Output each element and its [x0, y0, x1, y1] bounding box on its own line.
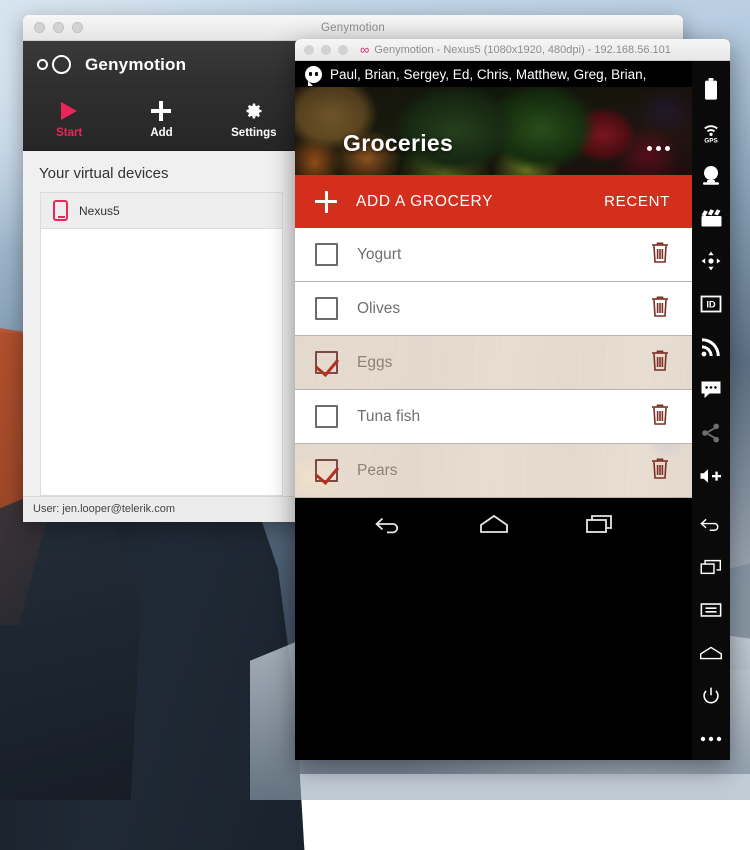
phone-icon — [53, 200, 68, 221]
svg-text:GPS: GPS — [704, 137, 718, 143]
back-icon[interactable] — [692, 502, 730, 545]
genymotion-device-toolbar[interactable]: GPS — [692, 61, 730, 760]
genymotion-titlebar[interactable]: Genymotion — [23, 15, 683, 41]
video-icon[interactable] — [692, 196, 730, 239]
sms-icon[interactable] — [692, 368, 730, 411]
android-navigation-bar[interactable] — [295, 498, 692, 550]
device-row-nexus5[interactable]: Nexus5 — [40, 192, 283, 229]
device-list-empty-area — [40, 229, 283, 496]
trash-icon[interactable] — [650, 403, 670, 431]
more-icon[interactable] — [692, 717, 730, 760]
checkbox-icon[interactable] — [315, 243, 338, 266]
android-status-bar: Paul, Brian, Sergey, Ed, Chris, Matthew,… — [295, 61, 692, 87]
app-header-photo: Groceries — [295, 87, 692, 175]
home-icon[interactable] — [692, 631, 730, 674]
grocery-row[interactable]: Yogurt — [295, 228, 692, 282]
volume-up-icon[interactable] — [692, 454, 730, 497]
device-name-label: Nexus5 — [79, 204, 120, 218]
plus-icon — [315, 191, 337, 213]
grocery-item-label: Eggs — [357, 354, 392, 372]
emulator-close-button[interactable] — [304, 45, 314, 55]
play-icon — [61, 100, 77, 122]
grocery-row[interactable]: Tuna fish — [295, 390, 692, 444]
grocery-item-label: Olives — [357, 300, 400, 318]
genymotion-logo — [37, 55, 71, 74]
battery-icon[interactable] — [692, 67, 730, 110]
genymotion-toolbar[interactable]: Start Add Settings — [23, 88, 300, 151]
window-title: Genymotion — [23, 22, 683, 34]
trash-icon[interactable] — [650, 241, 670, 269]
grocery-item-label: Tuna fish — [357, 408, 420, 426]
checkbox-icon[interactable] — [315, 351, 338, 374]
emulator-titlebar[interactable]: ∞ Genymotion - Nexus5 (1080x1920, 480dpi… — [295, 39, 730, 61]
identifiers-icon[interactable]: ID — [692, 282, 730, 325]
emulator-minimize-button[interactable] — [321, 45, 331, 55]
settings-button[interactable]: Settings — [208, 88, 300, 150]
camera-icon[interactable] — [692, 153, 730, 196]
checkbox-icon[interactable] — [315, 405, 338, 428]
gps-icon[interactable]: GPS — [692, 110, 730, 153]
add-button-label: Add — [150, 127, 172, 139]
grocery-row[interactable]: Olives — [295, 282, 692, 336]
trash-icon[interactable] — [650, 295, 670, 323]
logo-small-ring-icon — [37, 59, 48, 70]
overflow-dots-icon[interactable] — [647, 146, 670, 151]
grocery-row[interactable]: Pears — [295, 444, 692, 498]
checkbox-icon[interactable] — [315, 297, 338, 320]
grocery-item-label: Pears — [357, 462, 398, 480]
plus-icon — [151, 100, 171, 122]
grocery-row[interactable]: Eggs — [295, 336, 692, 390]
trash-icon[interactable] — [650, 457, 670, 485]
start-button[interactable]: Start — [23, 88, 115, 150]
menu-icon[interactable] — [692, 588, 730, 631]
add-grocery-label: ADD A GROCERY — [356, 193, 493, 211]
gear-icon — [244, 100, 264, 122]
logo-large-ring-icon — [52, 55, 71, 74]
home-icon[interactable] — [478, 513, 510, 535]
power-icon[interactable] — [692, 674, 730, 717]
brand-label: Genymotion — [85, 55, 186, 75]
recents-icon[interactable] — [692, 545, 730, 588]
share-icon[interactable] — [692, 411, 730, 454]
add-grocery-bar[interactable]: ADD A GROCERY RECENT — [295, 175, 692, 228]
user-status-bar: User: jen.looper@telerik.com — [23, 496, 300, 522]
emulator-window[interactable]: ∞ Genymotion - Nexus5 (1080x1920, 480dpi… — [295, 39, 730, 760]
emulator-window-title: Genymotion - Nexus5 (1080x1920, 480dpi) … — [374, 44, 671, 56]
trash-icon[interactable] — [650, 349, 670, 377]
grocery-list-container[interactable]: Yogurt Olives — [295, 228, 692, 498]
devices-heading: Your virtual devices — [23, 151, 300, 192]
virtual-device-list[interactable]: Nexus5 — [40, 192, 283, 229]
dpad-icon[interactable] — [692, 239, 730, 282]
svg-text:ID: ID — [706, 298, 716, 309]
status-bar-notification-text: Paul, Brian, Sergey, Ed, Chris, Matthew,… — [330, 67, 646, 82]
infinity-icon: ∞ — [360, 43, 369, 56]
genymotion-brand-header: Genymotion — [23, 41, 300, 88]
recent-tab-label[interactable]: RECENT — [604, 193, 670, 210]
checkbox-icon[interactable] — [315, 459, 338, 482]
android-screen[interactable]: Paul, Brian, Sergey, Ed, Chris, Matthew,… — [295, 61, 692, 760]
app-title: Groceries — [343, 130, 453, 157]
grocery-item-label: Yogurt — [357, 246, 401, 264]
emulator-zoom-button[interactable] — [338, 45, 348, 55]
recents-icon[interactable] — [585, 513, 615, 535]
start-button-label: Start — [56, 127, 82, 139]
hangouts-icon — [305, 66, 322, 83]
back-icon[interactable] — [373, 513, 403, 535]
settings-button-label: Settings — [231, 127, 276, 139]
grocery-list[interactable]: Yogurt Olives — [295, 228, 692, 498]
add-button[interactable]: Add — [115, 88, 207, 150]
network-icon[interactable] — [692, 325, 730, 368]
